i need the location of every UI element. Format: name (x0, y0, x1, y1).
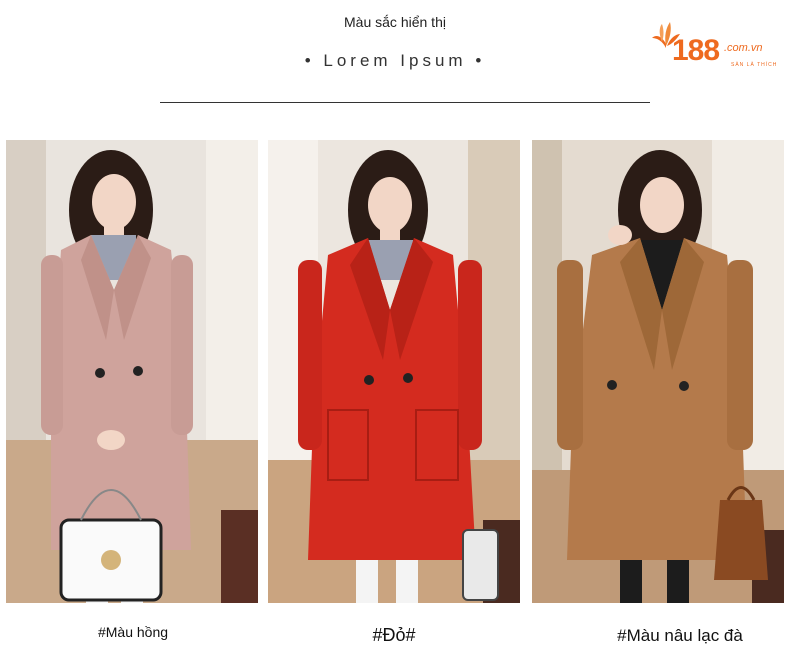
caption-camel-line1: #Màu nâu lạc đà (617, 626, 743, 645)
product-photo-pink[interactable] (6, 140, 258, 603)
logo-domain: .com.vn (724, 42, 763, 54)
caption-red: #Đỏ# (372, 625, 416, 645)
caption-camel: #Màu nâu lạc đà (615, 625, 745, 646)
logo-tagline: SÀN LÀ THÍCH (731, 62, 778, 68)
logo-number: 188 (672, 34, 720, 67)
product-photo-red[interactable] (268, 140, 520, 603)
brand-logo[interactable]: 188 .com.vn SÀN LÀ THÍCH (652, 22, 787, 74)
caption-pink: #Màu hồng (97, 624, 169, 640)
product-photo-camel[interactable] (532, 140, 784, 603)
header-divider (160, 102, 650, 103)
